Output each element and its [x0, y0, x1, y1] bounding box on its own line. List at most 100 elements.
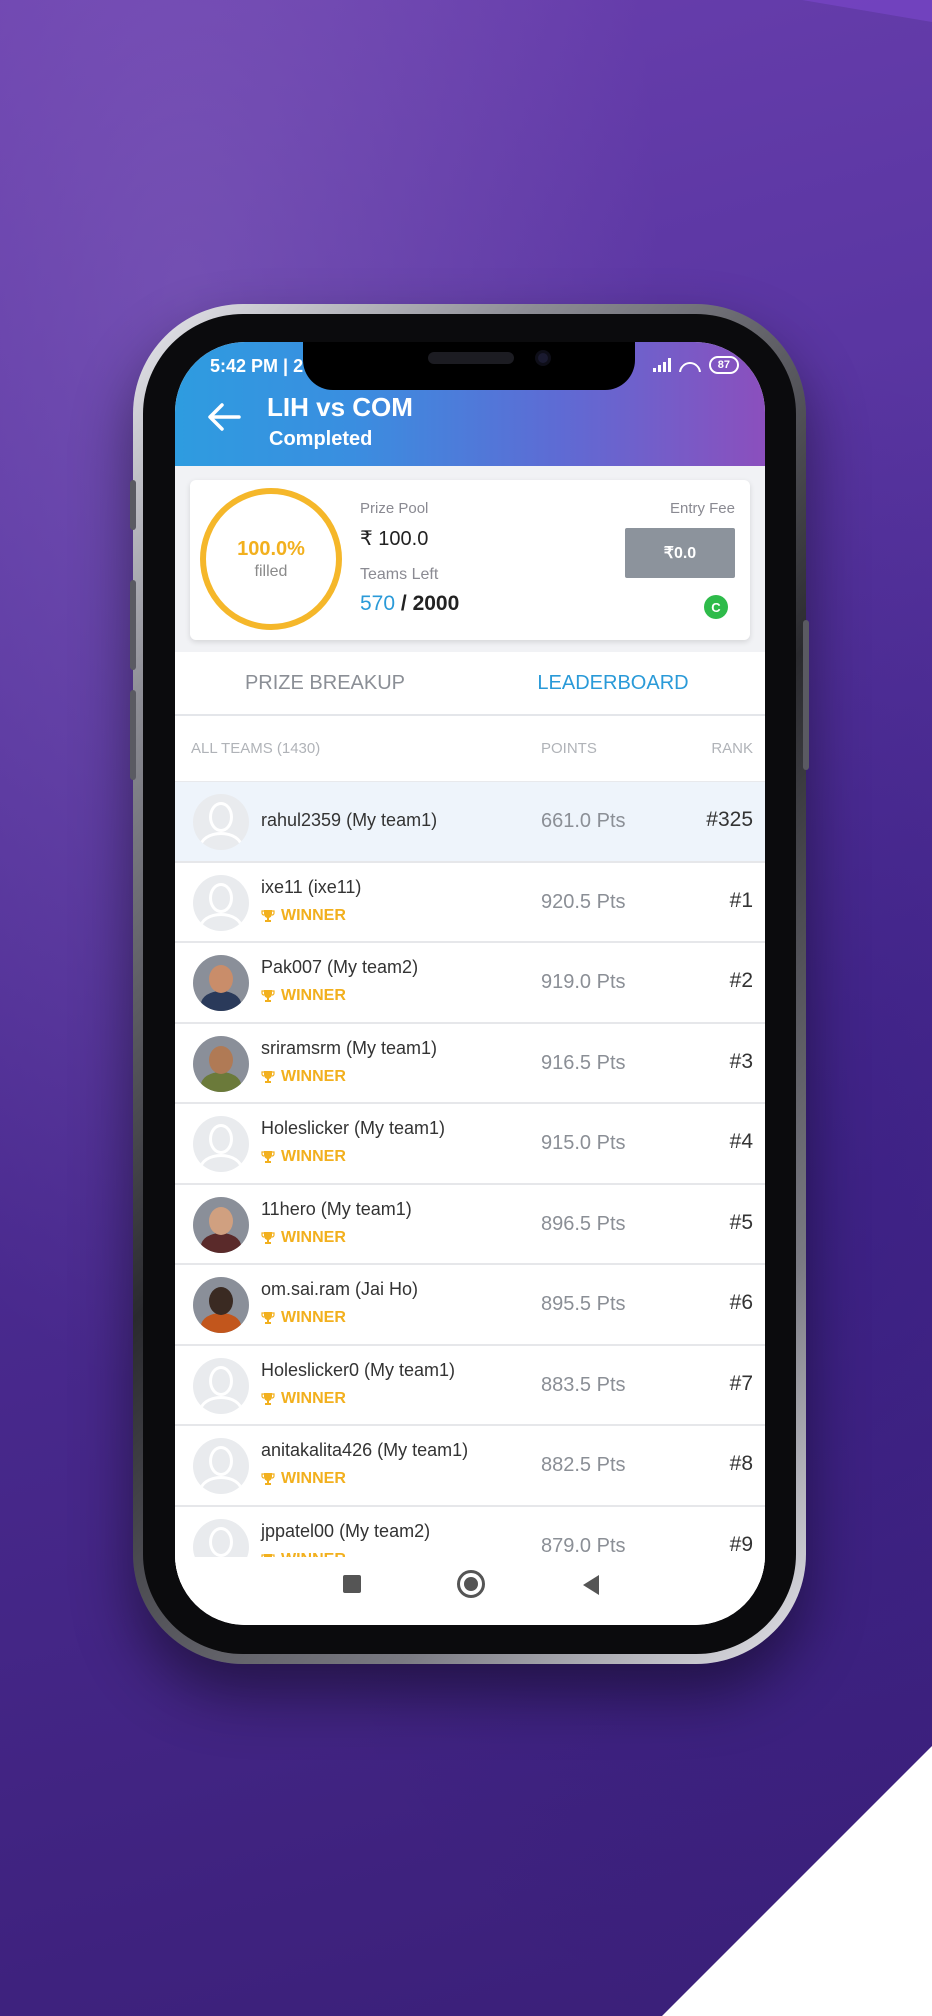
nav-home-icon[interactable] [457, 1570, 485, 1598]
table-row[interactable]: Holeslicker0 (My team1) WINNER 883.5 Pts #7 [175, 1345, 765, 1426]
nav-recents-icon[interactable] [343, 1575, 361, 1593]
trophy-icon [261, 990, 275, 1002]
trophy-icon [261, 1151, 275, 1163]
prize-pool-value: ₹ 100.0 [360, 528, 429, 550]
background-accent [802, 0, 932, 22]
table-row[interactable]: ixe11 (ixe11) WINNER 920.5 Pts #1 [175, 862, 765, 943]
fill-label: filled [254, 562, 288, 580]
winner-badge: WINNER [261, 1470, 346, 1488]
phone-silent-switch [130, 480, 136, 530]
winner-label: WINNER [281, 1389, 346, 1407]
table-row[interactable]: rahul2359 (My team1) 661.0 Pts #325 [175, 782, 765, 863]
phone-power-button [803, 620, 809, 770]
phone-screen: 5:42 PM | 2 87 LIH vs COM Completed 100.… [175, 342, 765, 1625]
team-rank: #325 [706, 808, 753, 831]
avatar [193, 1357, 249, 1414]
trophy-icon [261, 1231, 275, 1244]
team-points: 895.5 Pts [541, 1293, 626, 1315]
trophy-icon [261, 1070, 275, 1083]
trophy-icon [261, 1392, 275, 1405]
android-nav-bar [175, 1557, 765, 1625]
team-name: ixe11 (ixe11) [261, 876, 362, 897]
avatar [193, 874, 249, 931]
table-row[interactable]: sriramsrm (My team1) WINNER 916.5 Pts #3 [175, 1023, 765, 1104]
avatar [193, 955, 249, 1011]
team-rank: #1 [729, 888, 753, 912]
avatar [193, 794, 249, 850]
leaderboard-header: ALL TEAMS (1430) POINTS RANK [175, 716, 765, 782]
team-name: anitakalita426 (My team1) [261, 1440, 469, 1460]
winner-label: WINNER [281, 987, 346, 1004]
signal-icon [652, 358, 671, 372]
winner-label: WINNER [281, 1067, 346, 1085]
teams-left-count: 570 [360, 592, 396, 615]
confirmed-badge: C [704, 595, 728, 619]
team-points: 919.0 Pts [541, 971, 626, 993]
team-points: 882.5 Pts [541, 1454, 626, 1476]
entry-fee-label: Entry Fee [669, 500, 735, 517]
team-name: rahul2359 (My team1) [261, 810, 438, 830]
entry-fee-button[interactable]: ₹0.0 [625, 528, 735, 578]
team-rank: #5 [729, 1210, 753, 1234]
team-name: Holeslicker (My team1) [261, 1118, 446, 1138]
team-points: 920.5 Pts [541, 890, 626, 913]
fill-progress-ring: 100.0% filled [200, 488, 342, 630]
tab-leaderboard[interactable]: LEADERBOARD [493, 652, 733, 714]
team-name: sriramsrm (My team1) [261, 1037, 437, 1058]
team-points: 661.0 Pts [541, 810, 626, 832]
points-header: POINTS [541, 740, 597, 757]
table-row[interactable]: 11hero (My team1) WINNER 896.5 Pts #5 [175, 1184, 765, 1265]
nav-back-icon[interactable] [583, 1575, 599, 1595]
avatar [193, 1196, 249, 1253]
team-rank: #8 [729, 1452, 753, 1475]
battery-icon: 87 [708, 356, 739, 374]
winner-label: WINNER [281, 906, 346, 924]
front-camera [535, 350, 551, 366]
match-title: LIH vs COM [267, 392, 413, 422]
teams-left-label: Teams Left [360, 566, 439, 583]
avatar [193, 1116, 249, 1172]
status-time: 5:42 PM | 2 [210, 356, 304, 376]
team-points: 896.5 Pts [541, 1212, 626, 1235]
teams-total: 2000 [412, 592, 460, 615]
phone-volume-up [130, 580, 136, 670]
team-points: 915.0 Pts [541, 1132, 626, 1154]
trophy-icon [261, 1473, 275, 1485]
leaderboard-list: rahul2359 (My team1) 661.0 Pts #325 ixe11 (… [175, 782, 765, 1587]
winner-label: WINNER [281, 1470, 346, 1487]
all-teams-header: ALL TEAMS (1430) [191, 740, 321, 757]
match-status: Completed [269, 428, 373, 450]
winner-label: WINNER [281, 1309, 346, 1326]
table-row[interactable]: anitakalita426 (My team1) WINNER 882.5 Pts… [175, 1426, 765, 1507]
team-name: Holeslicker0 (My team1) [261, 1359, 456, 1380]
status-icons: 87 [652, 356, 739, 374]
winner-badge: WINNER [261, 1390, 346, 1408]
wifi-icon [678, 358, 701, 372]
phone-volume-down [130, 690, 136, 780]
winner-badge: WINNER [261, 907, 346, 925]
winner-badge: WINNER [261, 1229, 346, 1247]
team-points: 916.5 Pts [541, 1051, 626, 1074]
team-rank: #3 [729, 1049, 753, 1073]
winner-badge: WINNER [261, 987, 346, 1005]
team-rank: #9 [729, 1532, 753, 1556]
trophy-icon [261, 909, 275, 922]
winner-badge: WINNER [261, 1148, 346, 1166]
phone-notch [303, 342, 635, 390]
contest-card: 100.0% filled Prize Pool ₹ 100.0 Teams L… [190, 480, 750, 640]
winner-label: WINNER [281, 1228, 346, 1246]
rank-header: RANK [711, 740, 753, 757]
tab-prize-breakup[interactable]: PRIZE BREAKUP [215, 652, 435, 714]
contest-tabs: PRIZE BREAKUP LEADERBOARD [175, 652, 765, 716]
team-rank: #7 [729, 1371, 753, 1395]
team-name: 11hero (My team1) [261, 1198, 412, 1219]
table-row[interactable]: Pak007 (My team2) WINNER 919.0 Pts #2 [175, 943, 765, 1024]
avatar [193, 1438, 249, 1494]
back-arrow-icon[interactable] [207, 402, 241, 432]
table-row[interactable]: om.sai.ram (Jai Ho) WINNER 895.5 Pts #6 [175, 1265, 765, 1346]
team-rank: #4 [729, 1130, 753, 1153]
team-name: Pak007 (My team2) [261, 957, 419, 977]
table-row[interactable]: Holeslicker (My team1) WINNER 915.0 Pts #4 [175, 1104, 765, 1185]
contest-summary-area: 100.0% filled Prize Pool ₹ 100.0 Teams L… [175, 466, 765, 652]
prize-pool-label: Prize Pool [360, 500, 429, 517]
